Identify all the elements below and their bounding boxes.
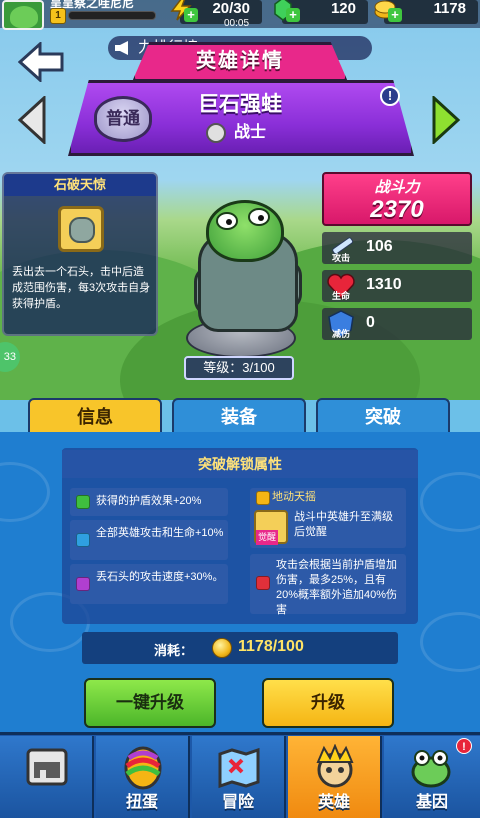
awaken-tag: 觉醒 (256, 530, 279, 545)
lock-icon (256, 576, 270, 590)
attr-shield-bonus: 获得的护盾效果+20% (70, 488, 228, 516)
attr-awaken: 地动天摇 觉醒 战斗中英雄升至满级后觉醒 (250, 488, 406, 548)
hp-label: 生命 (331, 291, 350, 301)
breakthrough-title: 突破解锁属性 (62, 450, 418, 478)
hero-name: 巨石强蛙 (198, 93, 282, 116)
attr-all-heroes: 全部英雄攻击和生命+10% (70, 520, 228, 560)
one-click-upgrade-button[interactable]: 一键升级 (84, 678, 216, 728)
stat-reduction: 减伤 0 (322, 308, 472, 340)
hero-frog-head[interactable] (206, 200, 284, 262)
hero-right-eye (248, 208, 270, 226)
awaken-title: 地动天摇 (272, 491, 316, 503)
lock-icon (256, 491, 270, 505)
attr-text: 获得的护盾效果+20% (96, 495, 202, 507)
lock-icon (76, 577, 90, 591)
stat-hp: 生命 1310 (322, 270, 472, 302)
nav-label: 基因 (415, 794, 448, 811)
tab-breakthrough[interactable]: 突破 (316, 398, 450, 434)
combat-power-value: 2370 (370, 196, 424, 223)
energy-counter[interactable]: + 20/30 00:05 (170, 0, 262, 29)
tab-equipment[interactable]: 装备 (172, 398, 306, 434)
add-energy-icon[interactable]: + (184, 8, 198, 22)
combat-power-label: 战斗力 (374, 179, 420, 196)
hero-class: 战士 (206, 122, 266, 144)
nav-label: 英雄 (317, 794, 350, 811)
lock-icon (76, 533, 90, 547)
warrior-class-icon (206, 123, 226, 143)
nav-adventure[interactable]: 冒险 (192, 736, 286, 818)
player-level-badge: 1 (50, 8, 66, 24)
hero-left-eye (216, 212, 238, 230)
nav-gacha[interactable]: 扭蛋 (96, 736, 190, 818)
hero-head-icon (316, 744, 354, 788)
attr-text: 攻击会根据当前护盾增加伤害，最多25%，且有20%概率额外追加40%伤害 (276, 559, 398, 616)
skill-name: 石破天惊 (4, 174, 156, 196)
page-title: 英雄详情 (196, 50, 284, 72)
gold-coin-icon (212, 638, 232, 658)
nav-label: 扭蛋 (125, 794, 158, 811)
reduction-value: 0 (366, 314, 375, 331)
skill-description: 丢出去一个石头，击中后造成范围伤害，每3次攻击自身获得护盾。 (12, 266, 151, 310)
combat-power-box: 战斗力 2370 (322, 172, 472, 226)
add-gold-icon[interactable]: + (388, 8, 402, 22)
notification-badge: ! (456, 738, 472, 754)
gem-value: 120 (330, 0, 356, 17)
attr-attack-speed: 丢石头的攻击速度+30%。 (70, 564, 228, 604)
upgrade-cost-bar: 消耗： 1178/100 (82, 632, 398, 664)
skill-rock-icon[interactable] (58, 206, 104, 252)
gacha-egg-icon (124, 746, 162, 790)
info-icon[interactable]: ! (380, 86, 400, 106)
upgrade-button[interactable]: 升级 (262, 678, 394, 728)
cost-value: 1178/100 (238, 638, 304, 655)
previous-hero-arrow-icon[interactable] (16, 96, 48, 144)
player-avatar[interactable] (2, 0, 44, 30)
frog-gene-icon (411, 750, 451, 788)
nav-shop[interactable] (0, 736, 94, 818)
shop-stall-icon (26, 748, 68, 786)
gold-value: 1178 (433, 0, 466, 17)
nav-label: 冒险 (221, 794, 254, 811)
megaphone-icon (115, 41, 128, 55)
stat-attack: 攻击 106 (322, 232, 472, 264)
awaken-text: 战斗中英雄升至满级后觉醒 (294, 511, 393, 538)
next-hero-arrow-icon[interactable] (430, 96, 462, 144)
map-icon (218, 747, 260, 789)
hero-class-label: 战士 (234, 124, 267, 141)
attr-shield-damage: 攻击会根据当前护盾增加伤害，最多25%，且有20%概率额外追加40%伤害 (250, 554, 406, 616)
attack-value: 106 (366, 238, 393, 255)
reduction-label: 减伤 (331, 329, 350, 339)
back-arrow-icon[interactable] (18, 42, 64, 82)
add-gems-icon[interactable]: + (286, 8, 300, 22)
gold-counter[interactable]: + 1178 (374, 0, 478, 24)
attr-text: 全部英雄攻击和生命+10% (96, 527, 224, 539)
hero-level-tag: 等级：3/100 (184, 356, 294, 380)
skill-panel: 石破天惊 丢出去一个石头，击中后造成范围伤害，每3次攻击自身获得护盾。 (2, 172, 158, 336)
rarity-badge: 普通 (94, 96, 152, 142)
energy-timer: 00:05 (224, 18, 250, 29)
cost-label: 消耗： (154, 643, 194, 658)
hp-value: 1310 (366, 276, 402, 293)
nav-heroes[interactable]: 英雄 (288, 736, 382, 818)
attack-label: 攻击 (331, 253, 350, 263)
gem-counter[interactable]: + 120 (274, 0, 368, 24)
nav-genes[interactable]: ! 基因 (384, 736, 480, 818)
lock-icon (76, 495, 90, 509)
xp-bar (68, 11, 156, 20)
tab-info[interactable]: 信息 (28, 398, 162, 434)
attr-text: 丢石头的攻击速度+30%。 (96, 571, 224, 583)
